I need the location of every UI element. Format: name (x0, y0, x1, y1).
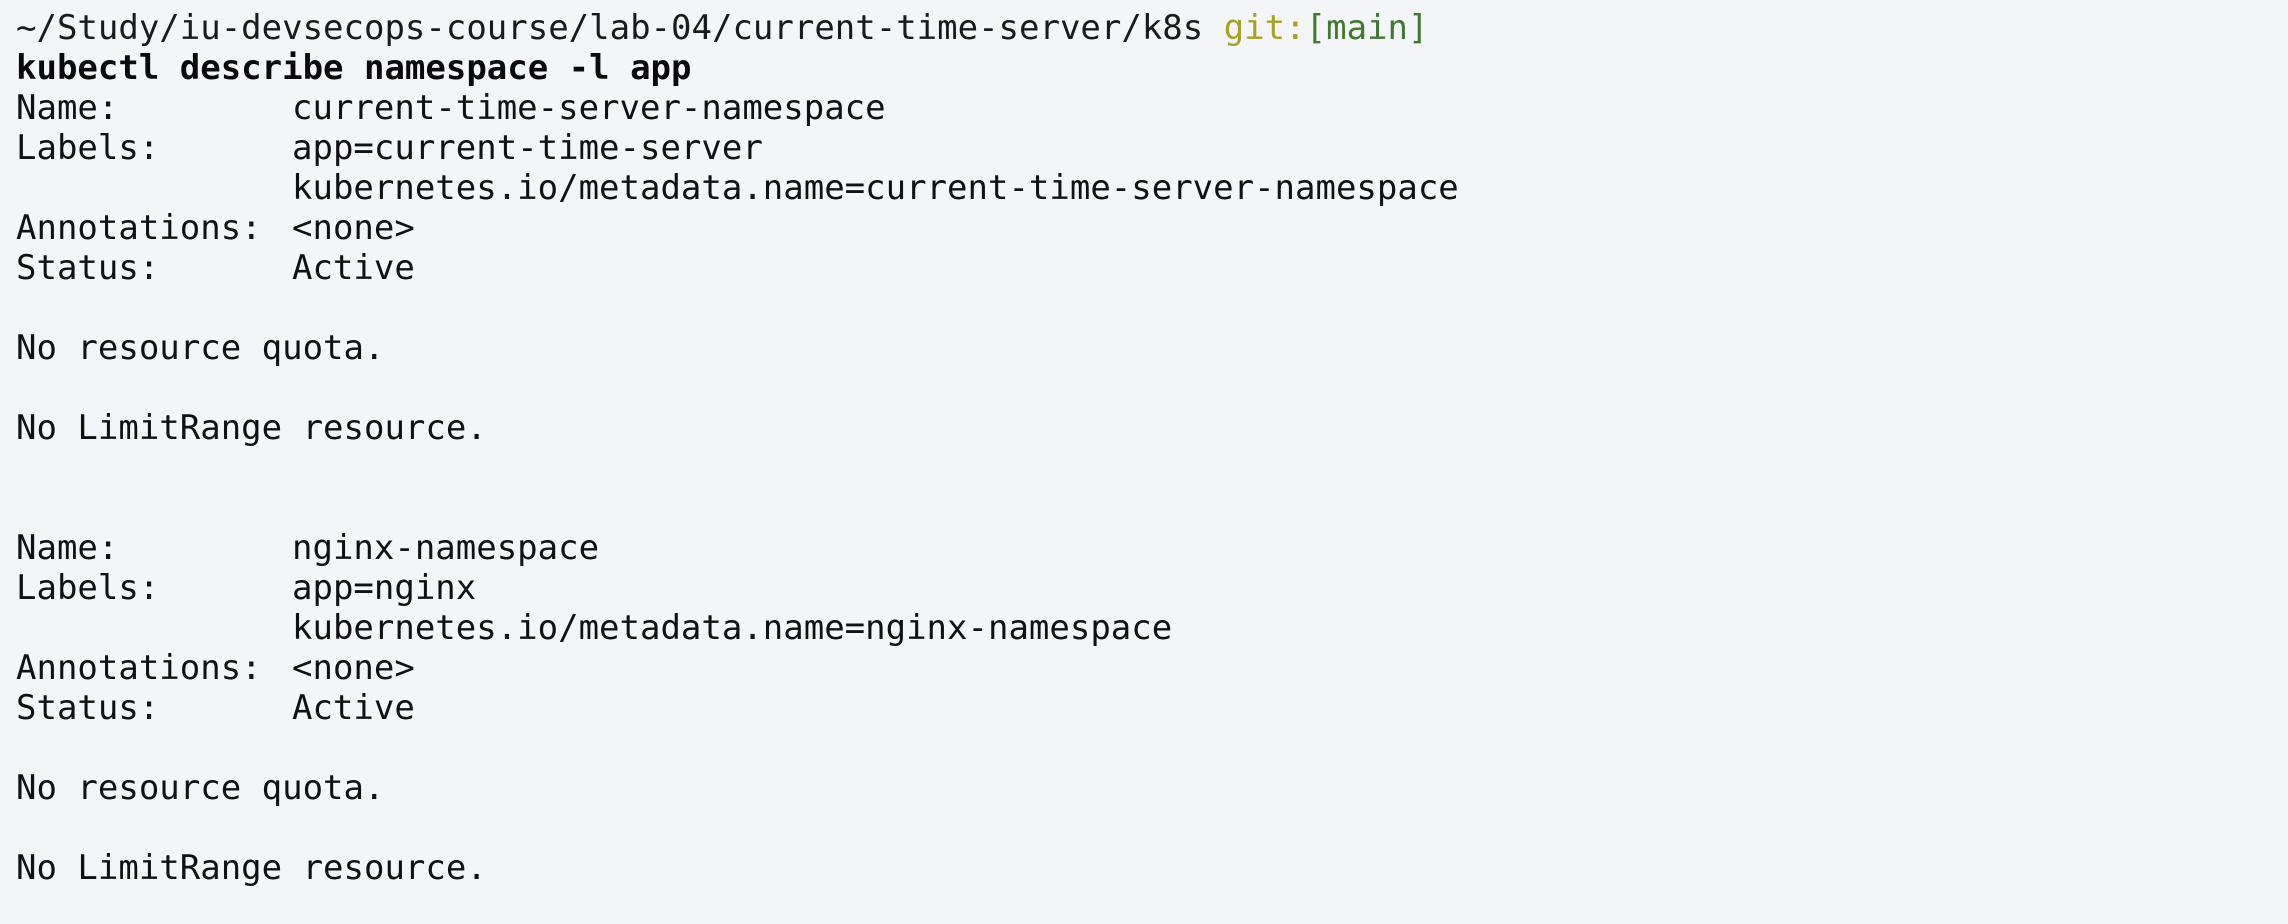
field-status: Status: Active (16, 248, 2288, 288)
namespace-name: nginx-namespace (292, 528, 600, 568)
field-labels: Labels: app=nginx (16, 568, 2288, 608)
limitrange-text: No LimitRange resource. (16, 408, 487, 448)
field-key-empty (16, 168, 292, 208)
field-key: Status: (16, 248, 160, 288)
quota-text: No resource quota. (16, 768, 385, 808)
annotations-value: <none> (292, 648, 415, 688)
namespace-block-1: Name: current-time-server-namespace Label… (16, 88, 2288, 448)
field-key: Name: (16, 88, 119, 128)
prompt-path: ~/Study/iu-devsecops-course/lab-04/curre… (16, 8, 1204, 48)
namespace-name: current-time-server-namespace (292, 88, 886, 128)
git-branch: [main] (1305, 8, 1429, 48)
label-value: app=current-time-server (292, 128, 763, 168)
field-key: Annotations: (16, 208, 262, 248)
field-key: Name: (16, 528, 119, 568)
field-name: Name: nginx-namespace (16, 528, 2288, 568)
field-name: Name: current-time-server-namespace (16, 88, 2288, 128)
label-value: kubernetes.io/metadata.name=nginx-namesp… (292, 608, 1173, 648)
field-annotations: Annotations: <none> (16, 208, 2288, 248)
field-key: Labels: (16, 128, 160, 168)
field-labels: Labels: app=current-time-server (16, 128, 2288, 168)
field-key: Status: (16, 688, 160, 728)
quota-text: No resource quota. (16, 328, 385, 368)
status-value: Active (292, 248, 415, 288)
field-key: Annotations: (16, 648, 262, 688)
limitrange-text: No LimitRange resource. (16, 848, 487, 888)
annotations-value: <none> (292, 208, 415, 248)
status-value: Active (292, 688, 415, 728)
label-value: app=nginx (292, 568, 477, 608)
label-value: kubernetes.io/metadata.name=current-time… (292, 168, 1459, 208)
field-labels-continued: kubernetes.io/metadata.name=nginx-namesp… (16, 608, 2288, 648)
field-labels-continued: kubernetes.io/metadata.name=current-time… (16, 168, 2288, 208)
namespace-block-2: Name: nginx-namespace Labels: app=nginx ku… (16, 528, 2288, 888)
command-line: kubectl describe namespace -l app (16, 48, 692, 88)
field-status: Status: Active (16, 688, 2288, 728)
shell-prompt: ~/Study/iu-devsecops-course/lab-04/curre… (16, 8, 2288, 48)
field-key-empty (16, 608, 292, 648)
field-key: Labels: (16, 568, 160, 608)
terminal-window[interactable]: ~/Study/iu-devsecops-course/lab-04/curre… (0, 0, 2288, 924)
git-label: git: (1223, 8, 1306, 48)
field-annotations: Annotations: <none> (16, 648, 2288, 688)
